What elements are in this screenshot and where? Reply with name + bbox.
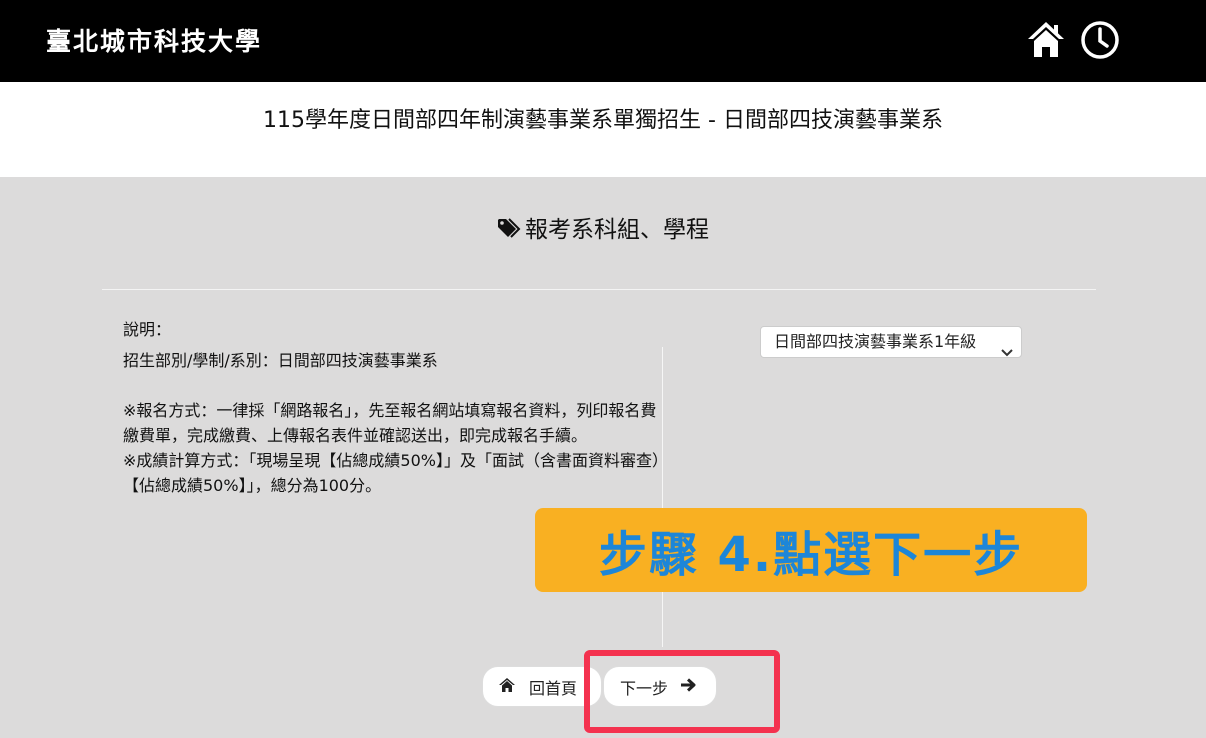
section-heading-text: 報考系科組、學程 [525,217,709,243]
step-instruction-banner: 步驟 4.點選下一步 [535,508,1087,592]
clock-icon[interactable] [1080,20,1120,60]
home-icon[interactable] [1026,20,1066,60]
page-title: 115學年度日間部四年制演藝事業系單獨招生 - 日間部四技演藝事業系 [263,108,943,133]
divider [102,289,1096,290]
next-step-highlight [584,650,780,733]
department-select-value: 日間部四技演藝事業系1年級 [774,332,977,351]
department-select[interactable]: 日間部四技演藝事業系1年級 [760,326,1022,358]
home-icon [499,677,515,696]
brand-title: 臺北城市科技大學 [46,27,263,56]
section-heading: 報考系科組、學程 [0,210,1206,246]
description-panel: 說明： 招生部別/學制/系別：日間部四技演藝事業系 ※報名方式：一律採「網路報名… [123,317,663,498]
title-bar: 115學年度日間部四年制演藝事業系單獨招生 - 日間部四技演藝事業系 [0,82,1206,177]
description-title: 說明： [123,320,172,339]
top-navbar: 臺北城市科技大學 [0,0,1206,82]
chevron-down-icon [1001,338,1013,368]
description-registration-method: ※報名方式：一律採「網路報名」，先至報名網站填寫報名資料，列印報名費繳費單，完成… [123,401,657,445]
tag-icon [497,218,523,246]
description-department: 招生部別/學制/系別：日間部四技演藝事業系 [123,351,438,370]
back-home-label: 回首頁 [529,678,578,698]
description-score-method: ※成績計算方式：「現場呈現【佔總成績50%】」及「面試（含書面資料審查）【佔總成… [123,451,660,495]
